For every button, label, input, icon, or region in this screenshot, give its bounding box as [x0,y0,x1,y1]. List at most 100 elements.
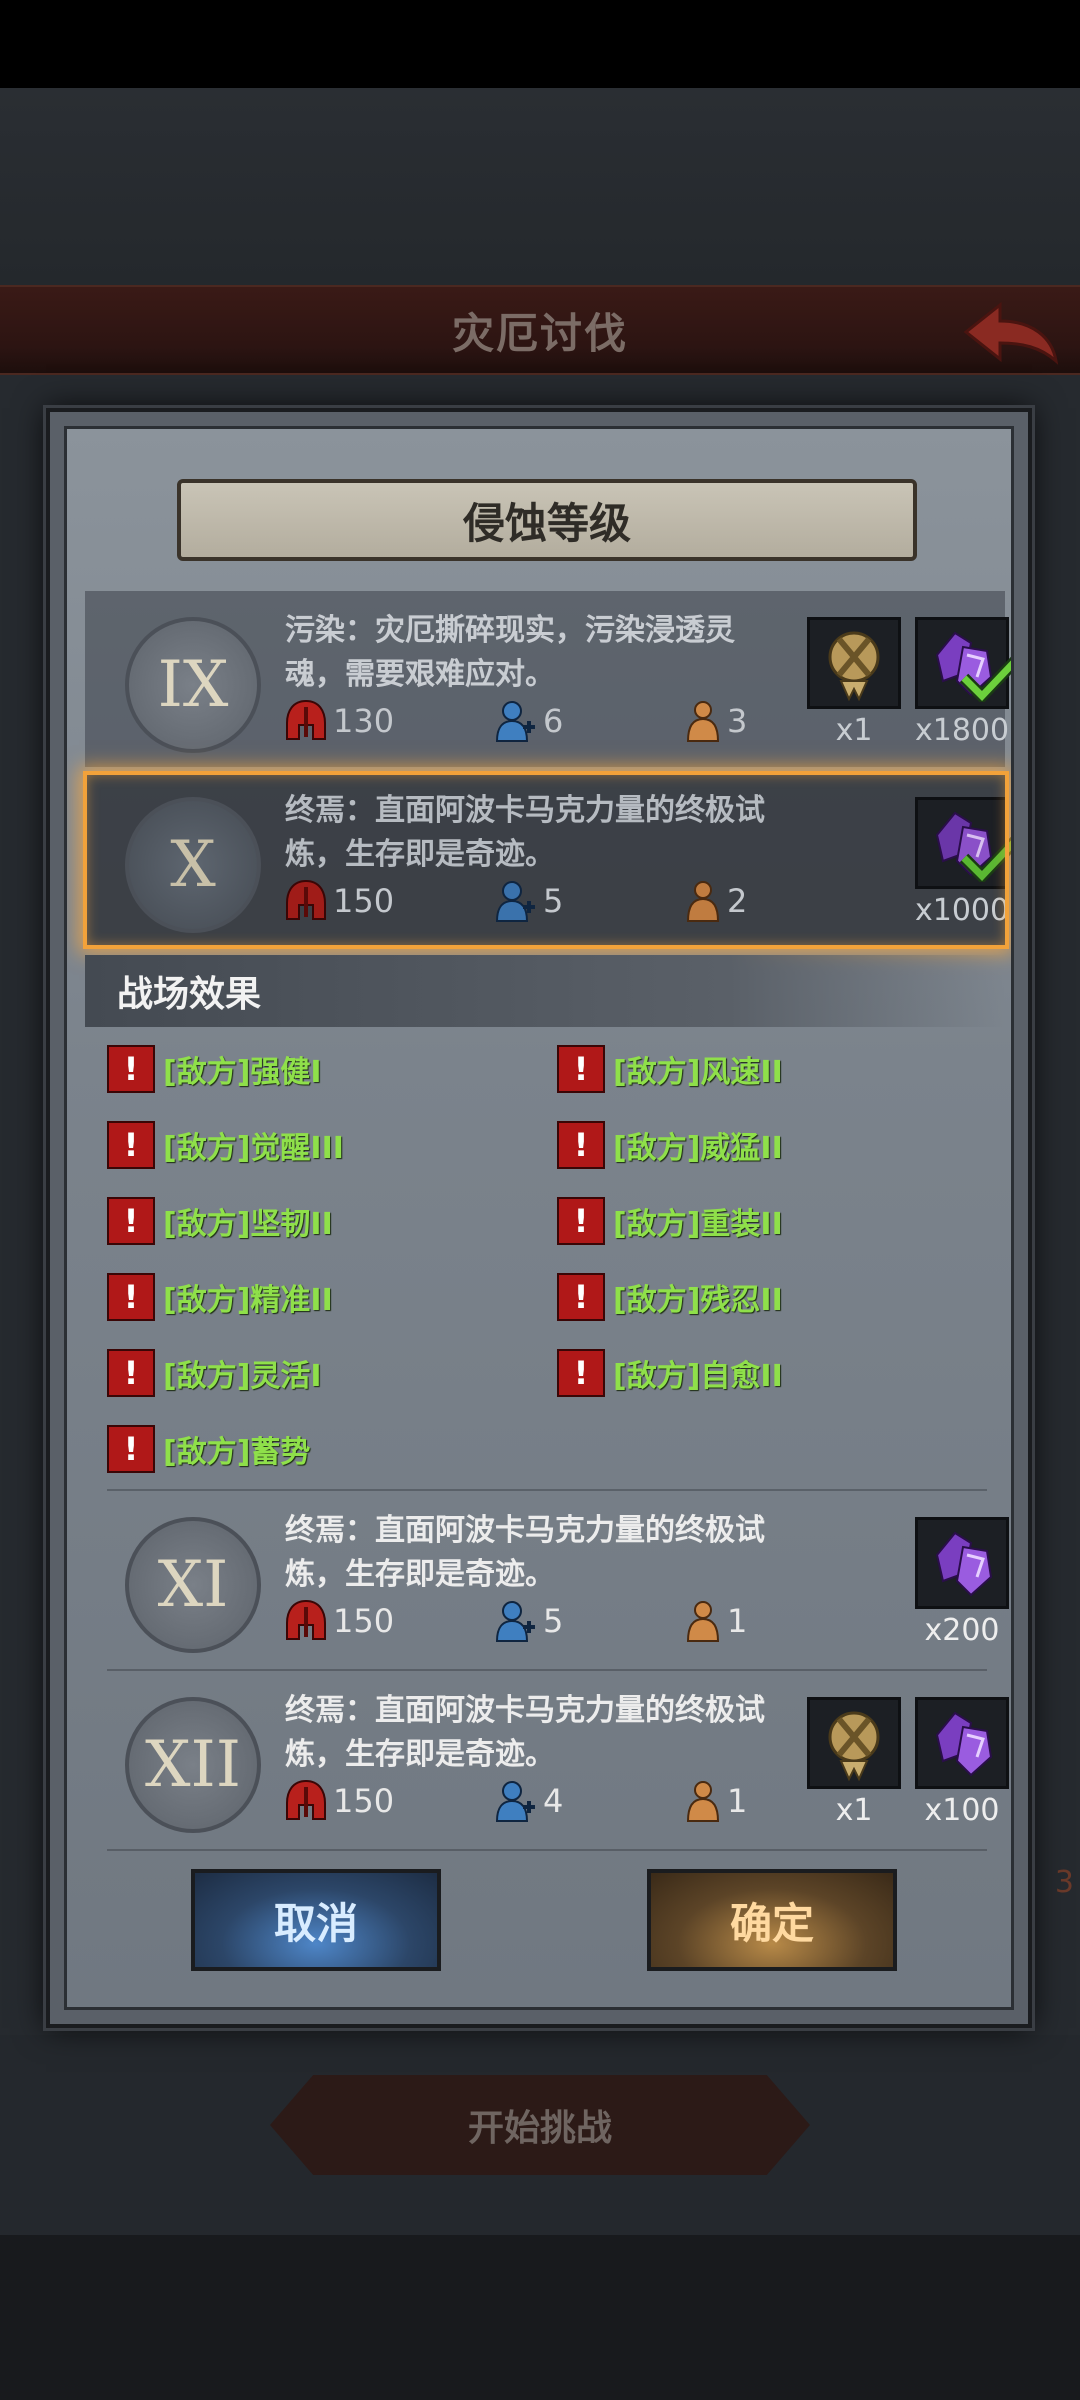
reward-quantity: x1000 [915,893,1010,928]
unit-figure-icon [686,881,720,922]
effect-item: ! [敌方]精准II [107,1273,557,1321]
reward-box [915,1697,1009,1789]
red-helmet-icon [286,1779,326,1820]
stat-allies-value: 6 [543,702,564,740]
warning-icon: ! [107,1045,155,1093]
stat-units-value: 1 [727,1782,748,1820]
guild-badge-icon [828,631,880,701]
ally-person-icon [495,1601,535,1642]
stat-units: 3 [685,699,747,743]
effect-label: [敌方]强健I [163,1055,322,1090]
background-bottom [0,2235,1080,2400]
purple-crystal-icon [935,1531,993,1597]
divider [107,1849,987,1851]
claimed-check-icon [960,836,1011,882]
stat-power: 150 [285,1779,455,1823]
warning-icon: ! [557,1349,605,1397]
stat-power-value: 150 [333,882,395,920]
back-arrow-icon[interactable] [960,299,1060,365]
purple-crystal-icon [935,1711,993,1777]
stat-units-value: 2 [727,882,748,920]
ally-person-icon [495,1781,535,1822]
background-top [0,88,1080,288]
tier-numeral: IX [125,617,261,753]
stat-allies-value: 5 [543,882,564,920]
stat-allies: 4 [495,1779,645,1823]
tier-description: 终焉：直面阿波卡马克力量的终极试炼，生存即是奇迹。 [285,1693,765,1772]
reward-box [915,797,1011,889]
effect-label: [敌方]自愈II [613,1359,783,1394]
erosion-level-dialog: 侵蚀等级 IX 污染：灾厄撕碎现实，污染浸透灵魂，需要艰难应对。 130 6 3 [46,408,1032,2028]
tier-stats: 150 5 1 [285,1599,787,1643]
effect-item: ! [敌方]坚韧II [107,1197,557,1245]
effect-label: [敌方]重装II [613,1207,783,1242]
tier-numeral: X [125,797,261,933]
ally-person-icon [495,881,535,922]
effect-item: ! [敌方]残忍II [557,1273,987,1321]
tier-row-ix[interactable]: IX 污染：灾厄撕碎现实，污染浸透灵魂，需要艰难应对。 130 6 3 x1 x… [85,591,1011,767]
tier-row-xii[interactable]: XII 终焉：直面阿波卡马克力量的终极试炼，生存即是奇迹。 150 4 1 x1… [85,1671,1009,1847]
reward-badge[interactable]: x1 [807,617,901,748]
tier-stats: 150 5 2 [285,879,787,923]
reward-badge[interactable]: x1 [807,1697,901,1828]
warning-icon: ! [107,1349,155,1397]
stat-power-value: 150 [333,1602,395,1640]
stat-units: 1 [685,1779,747,1823]
effects-heading-bar: 战场效果 [85,955,1005,1027]
tier-row-x[interactable]: X 终焉：直面阿波卡马克力量的终极试炼，生存即是奇迹。 150 5 2 x100… [85,771,1011,947]
reward-box [807,1697,901,1789]
warning-icon: ! [557,1045,605,1093]
tier-row-xi[interactable]: XI 终焉：直面阿波卡马克力量的终极试炼，生存即是奇迹。 150 5 1 x20… [85,1491,1009,1667]
page-title: 灾厄讨伐 [451,308,628,358]
stat-power-value: 130 [333,702,395,740]
reward-box [807,617,901,709]
effect-item: ! [敌方]蓄势 [107,1425,557,1473]
stat-units: 2 [685,879,747,923]
stat-allies: 5 [495,879,645,923]
effect-label: [敌方]蓄势 [163,1435,311,1470]
stat-allies: 5 [495,1599,645,1643]
stat-allies: 6 [495,699,645,743]
stat-units: 1 [685,1599,747,1643]
stat-power: 150 [285,879,455,923]
stat-allies-value: 4 [543,1782,564,1820]
warning-icon: ! [107,1121,155,1169]
stat-power: 130 [285,699,455,743]
cancel-button[interactable]: 取消 [191,1869,441,1971]
tier-numeral: XII [125,1697,261,1833]
warning-icon: ! [557,1121,605,1169]
effect-item: ! [敌方]强健I [107,1045,557,1093]
reward-box [915,1517,1009,1609]
status-bar [0,0,1080,88]
effects-heading: 战场效果 [117,974,262,1015]
effect-label: [敌方]残忍II [613,1283,783,1318]
effect-label: [敌方]威猛II [613,1131,783,1166]
unit-figure-icon [686,701,720,742]
unit-figure-icon [686,1781,720,1822]
reward-crystal[interactable]: x1800 [915,617,1011,748]
tier-description: 终焉：直面阿波卡马克力量的终极试炼，生存即是奇迹。 [285,1513,765,1592]
confirm-button[interactable]: 确定 [647,1869,897,1971]
reward-box [915,617,1011,709]
tier-numeral: XI [125,1517,261,1653]
reward-crystal[interactable]: x200 [915,1517,1009,1648]
dialog-panel: 侵蚀等级 IX 污染：灾厄撕碎现实，污染浸透灵魂，需要艰难应对。 130 6 3 [64,426,1014,2010]
header-bar: 灾厄讨伐 [0,285,1080,375]
guild-badge-icon [828,1711,880,1781]
claimed-check-icon [960,656,1011,702]
dialog-title-banner: 侵蚀等级 [177,479,917,561]
tier-description: 终焉：直面阿波卡马克力量的终极试炼，生存即是奇迹。 [285,793,765,872]
start-challenge-button[interactable]: 开始挑战 [270,2075,810,2175]
reward-crystal[interactable]: x100 [915,1697,1009,1828]
effect-item: ! [敌方]风速II [557,1045,987,1093]
warning-icon: ! [107,1197,155,1245]
side-counter: 3 [1054,1865,1074,1900]
ally-person-icon [495,701,535,742]
effect-label: [敌方]觉醒III [163,1131,344,1166]
effect-item: ! [敌方]重装II [557,1197,987,1245]
reward-quantity: x1 [835,1793,873,1828]
effects-list: ! [敌方]强健I ! [敌方]风速II ! [敌方]觉醒III ! [敌方]威猛II … [107,1045,987,1473]
reward-crystal[interactable]: x1000 [915,797,1011,928]
warning-icon: ! [107,1425,155,1473]
start-challenge-label: 开始挑战 [467,2108,612,2149]
